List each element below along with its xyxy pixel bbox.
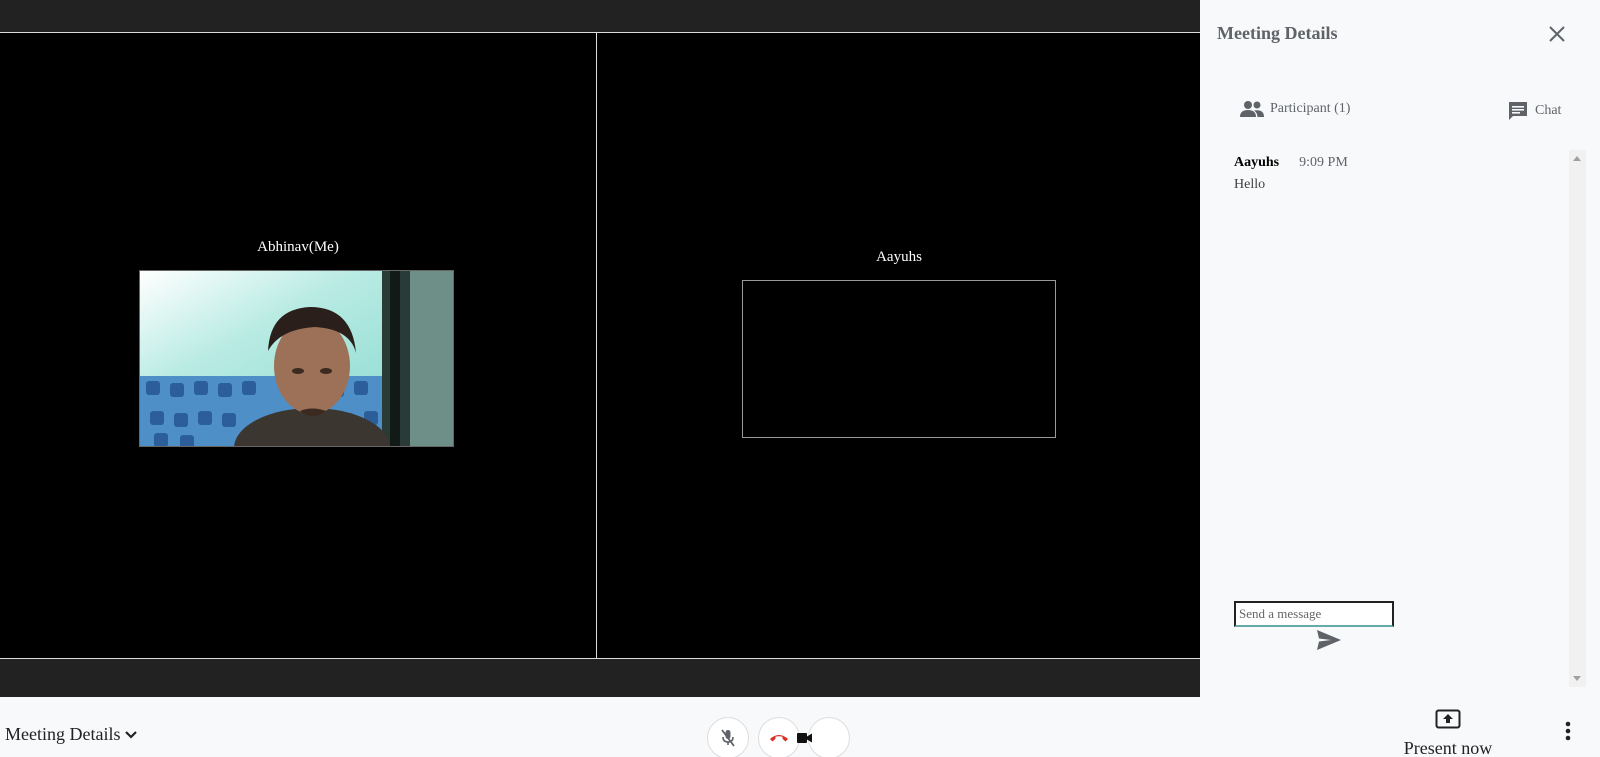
participant-name: Abhinav(Me) bbox=[257, 239, 339, 255]
chat-message: Aayuhs 9:09 PM Hello bbox=[1217, 155, 1570, 193]
scroll-up-arrow[interactable] bbox=[1573, 156, 1581, 161]
footer-toolbar: Meeting Details Present now bbox=[0, 697, 1600, 757]
message-text: Hello bbox=[1234, 177, 1266, 192]
panel-title: Meeting Details bbox=[1217, 23, 1338, 43]
chat-scrollbar[interactable] bbox=[1569, 150, 1586, 687]
send-icon[interactable] bbox=[1316, 629, 1342, 651]
video-stage: Abhinav(Me) Aayuhs bbox=[0, 32, 1200, 659]
mic-toggle-button[interactable] bbox=[707, 717, 749, 757]
remote-video bbox=[742, 280, 1056, 438]
mic-off-icon bbox=[721, 729, 735, 747]
stage-bottom-bar bbox=[0, 659, 1200, 697]
more-vert-icon bbox=[1565, 721, 1571, 741]
tab-participants[interactable]: Participant (1) bbox=[1240, 100, 1350, 118]
present-icon bbox=[1435, 709, 1461, 729]
participant-name: Aayuhs bbox=[876, 249, 922, 265]
more-options-button[interactable] bbox=[1558, 719, 1578, 743]
participant-tile-remote: Aayuhs bbox=[598, 33, 1200, 658]
self-video bbox=[139, 270, 454, 447]
chat-tab-label: Chat bbox=[1535, 103, 1562, 118]
message-input[interactable] bbox=[1234, 601, 1394, 627]
close-icon[interactable] bbox=[1545, 22, 1569, 46]
tab-chat[interactable]: Chat bbox=[1507, 100, 1561, 122]
people-icon bbox=[1240, 101, 1264, 117]
videocam-icon bbox=[797, 733, 812, 743]
camera-toggle-button[interactable] bbox=[797, 717, 850, 757]
chat-icon bbox=[1509, 102, 1527, 120]
top-bar bbox=[0, 0, 1200, 32]
meeting-details-toggle[interactable]: Meeting Details bbox=[5, 724, 138, 745]
message-time: 9:09 PM bbox=[1299, 155, 1348, 170]
webcam-frame-image bbox=[140, 271, 453, 446]
chevron-down-icon bbox=[125, 730, 138, 739]
message-sender: Aayuhs bbox=[1234, 155, 1280, 170]
meeting-details-label: Meeting Details bbox=[5, 724, 121, 744]
hang-up-button[interactable] bbox=[758, 717, 800, 757]
call-end-icon bbox=[770, 735, 788, 742]
participants-tab-label: Participant (1) bbox=[1270, 101, 1351, 116]
meeting-details-panel: Meeting Details Participant (1) Chat Aay… bbox=[1200, 0, 1600, 697]
present-now-label: Present now bbox=[1403, 738, 1493, 757]
scroll-down-arrow[interactable] bbox=[1573, 676, 1581, 681]
participant-tile-self: Abhinav(Me) bbox=[0, 33, 597, 658]
present-now-button[interactable]: Present now bbox=[1398, 709, 1498, 757]
